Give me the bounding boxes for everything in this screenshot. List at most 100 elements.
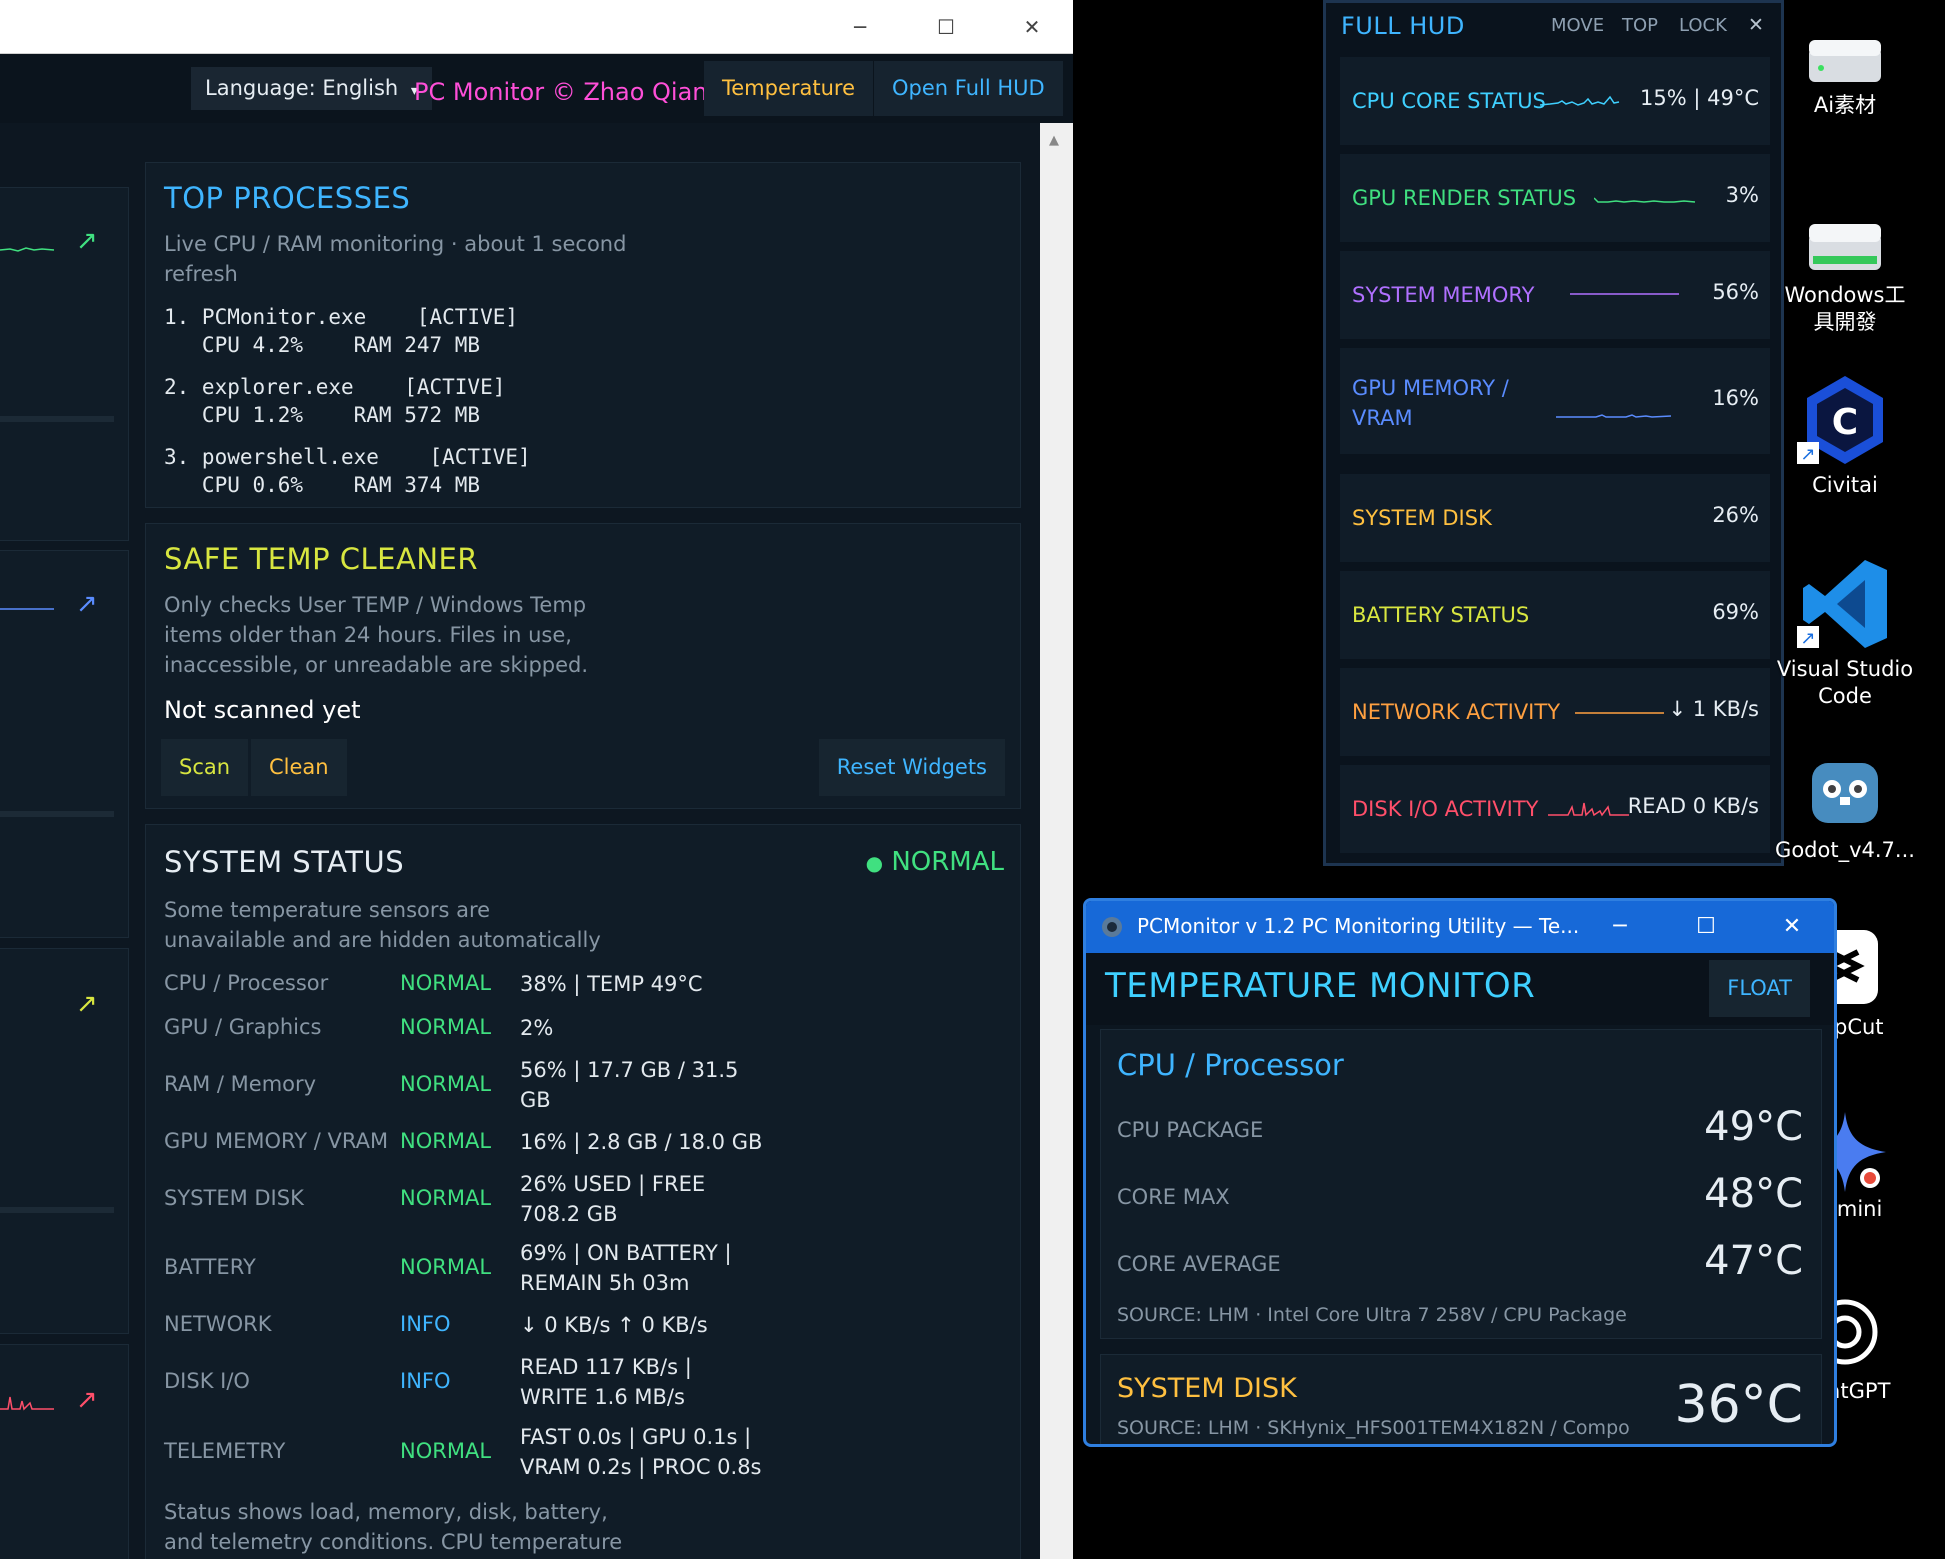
status-row: DISK I/O INFO READ 117 KB/s | WRITE 1.6 … <box>164 1355 864 1429</box>
status-value: 26% USED | FREE 708.2 GB <box>520 1172 706 1226</box>
disk-temperature-card: SYSTEM DISK 36°C SOURCE: LHM · SKHynix_H… <box>1100 1354 1822 1444</box>
status-row: TELEMETRY NORMAL FAST 0.0s | GPU 0.1s | … <box>164 1425 864 1499</box>
hud-row-battery: BATTERY STATUS 69% <box>1340 571 1770 659</box>
hud-value: ↓ 1 KB/s <box>1668 697 1759 721</box>
hud-label: GPU RENDER STATUS <box>1352 186 1577 210</box>
page-title: TEMPERATURE MONITOR <box>1105 966 1536 1006</box>
status-label: DISK I/O <box>164 1369 250 1393</box>
disk-io-sparkline <box>0 1396 54 1411</box>
hud-row-disk-io: DISK I/O ACTIVITY READ 0 KB/s <box>1340 765 1770 853</box>
panel-footer: Status shows load, memory, disk, battery… <box>164 1500 623 1554</box>
process-item: 1. PCMonitor.exe [ACTIVE] CPU 4.2% RAM 2… <box>164 305 519 357</box>
hud-header[interactable]: FULL HUD MOVE TOP LOCK ✕ <box>1326 3 1781 47</box>
scroll-up-icon[interactable]: ▲ <box>1049 133 1059 148</box>
temperature-button[interactable]: Temperature <box>704 61 874 116</box>
status-label: RAM / Memory <box>164 1072 317 1096</box>
status-state: NORMAL <box>400 1186 492 1210</box>
temp-label: CORE AVERAGE <box>1117 1252 1281 1276</box>
network-sparkline <box>1575 712 1664 714</box>
status-state: NORMAL <box>400 1439 492 1463</box>
status-state: NORMAL <box>400 1129 492 1153</box>
process-item: 2. explorer.exe [ACTIVE] CPU 1.2% RAM 57… <box>164 375 506 427</box>
temperature-header: TEMPERATURE MONITOR FLOAT <box>1086 953 1834 1025</box>
temp-value: 49°C <box>1704 1104 1803 1150</box>
hud-lock-button[interactable]: LOCK <box>1679 15 1727 36</box>
memory-sparkline <box>1570 293 1679 295</box>
title-bar[interactable]: PCMonitor v 1.2 PC Monitoring Utility — … <box>1086 901 1834 953</box>
reset-widgets-button[interactable]: Reset Widgets <box>818 739 1005 796</box>
desktop-icon[interactable]: Godot_v4.7... <box>1775 745 1915 864</box>
status-value: ↓ 0 KB/s ↑ 0 KB/s <box>520 1313 708 1337</box>
status-row: SYSTEM DISK NORMAL 26% USED | FREE 708.2… <box>164 1172 864 1246</box>
title-bar[interactable]: ─ ☐ ✕ <box>0 0 1073 54</box>
minimize-icon[interactable]: ─ <box>1598 909 1642 945</box>
expand-arrow-icon[interactable]: ↗ <box>76 226 98 256</box>
widget-progress-bar <box>0 416 114 422</box>
desktop-icon-label: Civitai <box>1812 473 1878 497</box>
status-dot-icon: ● <box>865 851 884 875</box>
temp-value: 36°C <box>1674 1375 1803 1435</box>
minimize-icon[interactable]: ─ <box>840 10 880 44</box>
close-icon[interactable]: ✕ <box>1770 909 1814 945</box>
maximize-icon[interactable]: ☐ <box>1684 909 1728 945</box>
expand-arrow-icon[interactable]: ↗ <box>76 589 98 619</box>
system-status-panel: SYSTEM STATUS ● NORMAL Some temperature … <box>145 824 1021 1559</box>
expand-arrow-icon[interactable]: ↗ <box>76 1385 98 1415</box>
hud-label: NETWORK ACTIVITY <box>1352 700 1561 724</box>
status-state: INFO <box>400 1369 451 1393</box>
toolbar: Language: English ▾ PC Monitor © Zhao Qi… <box>0 54 1073 123</box>
status-label: BATTERY <box>164 1255 256 1279</box>
hud-value: 15% | 49°C <box>1640 86 1759 110</box>
maximize-icon[interactable]: ☐ <box>926 10 966 44</box>
float-button[interactable]: FLOAT <box>1709 960 1810 1017</box>
scan-button[interactable]: Scan <box>161 739 249 796</box>
widget-progress-bar <box>0 811 114 817</box>
hud-label: SYSTEM DISK <box>1352 506 1492 530</box>
status-state: NORMAL <box>400 971 492 995</box>
close-icon[interactable]: ✕ <box>1748 14 1764 36</box>
panel-description: Live CPU / RAM monitoring · about 1 seco… <box>164 232 627 286</box>
window-title: PCMonitor v 1.2 PC Monitoring Utility — … <box>1137 914 1580 938</box>
desktop-icon-label: Wondows工具開發 <box>1784 283 1906 334</box>
temp-value: 48°C <box>1704 1171 1803 1217</box>
panel-title: SAFE TEMP CLEANER <box>164 542 479 576</box>
hud-label: BATTERY STATUS <box>1352 603 1530 627</box>
status-label: CPU / Processor <box>164 971 329 995</box>
panel-description: Only checks User TEMP / Windows Temp ite… <box>164 593 589 677</box>
close-icon[interactable]: ✕ <box>1012 10 1052 44</box>
scrollbar[interactable]: ▲ <box>1040 123 1073 1559</box>
status-value: FAST 0.0s | GPU 0.1s | VRAM 0.2s | PROC … <box>520 1425 762 1479</box>
scan-status: Not scanned yet <box>164 696 361 724</box>
language-select[interactable]: Language: English ▾ <box>191 67 432 110</box>
desktop-icon[interactable]: C ↗ Civitai <box>1775 372 1915 499</box>
open-full-hud-button[interactable]: Open Full HUD <box>874 61 1063 116</box>
status-row: NETWORK INFO ↓ 0 KB/s ↑ 0 KB/s <box>164 1312 864 1372</box>
cpu-temperature-card: CPU / Processor CPU PACKAGE 49°C CORE MA… <box>1100 1029 1822 1339</box>
temp-source: SOURCE: LHM · SKHynix_HFS001TEM4X182N / … <box>1117 1417 1630 1439</box>
status-value: 56% | 17.7 GB / 31.5 GB <box>520 1058 739 1112</box>
status-value: READ 117 KB/s | WRITE 1.6 MB/s <box>520 1355 692 1409</box>
hud-label: CPU CORE STATUS <box>1352 89 1546 113</box>
hud-label-text: GPU MEMORY / VRAM <box>1352 376 1509 430</box>
io-widget-card: ↗ <box>0 1344 129 1559</box>
desktop-icon[interactable]: Wondows工具開發 <box>1775 210 1915 336</box>
hud-top-button[interactable]: TOP <box>1622 15 1658 36</box>
desktop-icon-label: Visual Studio Code <box>1776 657 1914 708</box>
status-value: 16% | 2.8 GB / 18.0 GB <box>520 1130 763 1154</box>
status-state: NORMAL <box>400 1255 492 1279</box>
app-credit: PC Monitor © Zhao Qian <box>414 78 708 106</box>
desktop-icon[interactable]: ↗ Visual Studio Code <box>1775 556 1915 710</box>
status-state: NORMAL <box>400 1015 492 1039</box>
status-row: RAM / Memory NORMAL 56% | 17.7 GB / 31.5… <box>164 1058 864 1132</box>
clean-button[interactable]: Clean <box>251 739 347 796</box>
main-window: ─ ☐ ✕ Language: English ▾ PC Monitor © Z… <box>0 0 1073 1559</box>
hud-move-button[interactable]: MOVE <box>1551 15 1604 36</box>
drive-icon <box>1809 40 1881 82</box>
desktop-icon-label: Ai素材 <box>1813 93 1877 117</box>
expand-arrow-icon[interactable]: ↗ <box>76 989 98 1019</box>
disk-io-sparkline <box>1548 802 1629 817</box>
hud-label: SYSTEM MEMORY <box>1352 283 1535 307</box>
status-value: 2% <box>520 1016 554 1040</box>
desktop-icon[interactable]: Ai素材 <box>1775 26 1915 119</box>
gpu-sparkline <box>1594 197 1696 203</box>
